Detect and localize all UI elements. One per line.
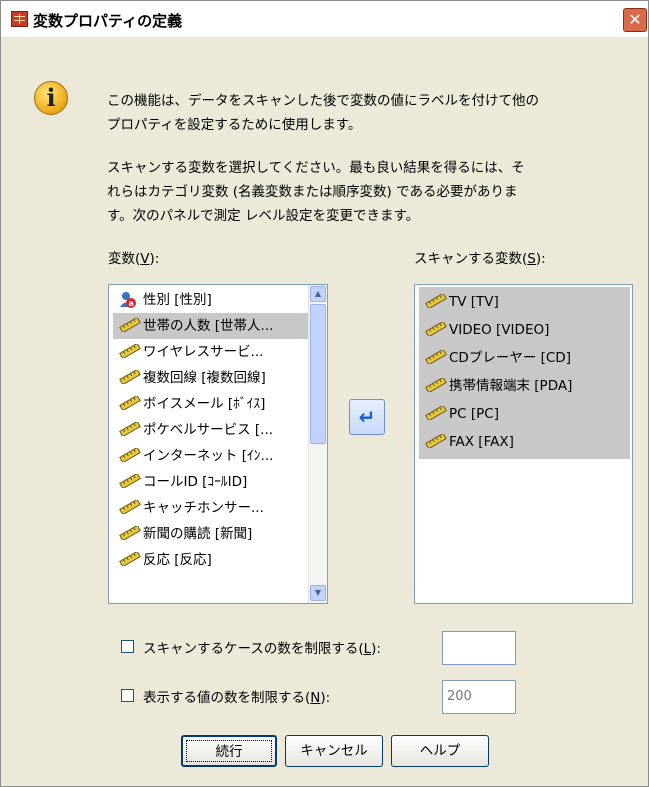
info-text-line-5: す。次のパネルで測定 レベル設定を変更できます。 — [107, 208, 420, 224]
scan-variable-item[interactable]: PC [PC] — [419, 401, 629, 427]
info-text-line-2: プロパティを設定するために使用します。 — [107, 117, 362, 133]
variable-item[interactable]: 新聞の購読 [新聞] — [113, 521, 323, 547]
variable-item[interactable]: ボイスメール [ﾎﾞｲｽ] — [113, 391, 323, 417]
close-icon: ✕ — [628, 10, 642, 29]
move-arrow-icon: ↵ — [358, 405, 376, 429]
scan-variables-list[interactable]: TV [TV] VIDEO [VIDEO] CDプレーヤー [CD] 携帯情報端… — [414, 284, 633, 604]
scale-ruler-icon — [119, 448, 141, 462]
nominal-icon: a — [120, 292, 136, 308]
variable-item[interactable]: インターネット [ｲﾝ... — [113, 443, 323, 469]
variables-list[interactable]: a 性別 [性別] 世帯の人数 [世帯人... ワイヤレスサービ... 複数回線… — [108, 284, 328, 604]
help-button[interactable]: ヘルプ — [391, 735, 489, 767]
variable-item[interactable]: ポケベルサービス [... — [113, 417, 323, 443]
app-table-icon — [11, 11, 28, 27]
limit-cases-checkbox[interactable] — [121, 640, 134, 653]
variables-label: 変数(V): — [108, 251, 160, 267]
variable-item[interactable]: a 性別 [性別] — [113, 287, 323, 313]
close-button[interactable]: ✕ — [623, 8, 647, 32]
limit-cases-label: スキャンするケースの数を制限する(L): — [143, 641, 381, 657]
scroll-down-arrow-icon[interactable]: ▼ — [310, 585, 326, 601]
variable-item[interactable]: コールID [ｺｰﾙID] — [113, 469, 323, 495]
scan-variable-item[interactable]: FAX [FAX] — [419, 429, 629, 455]
scroll-thumb[interactable] — [310, 304, 326, 444]
limit-values-input[interactable]: 200 — [442, 680, 516, 714]
limit-values-checkbox[interactable] — [121, 689, 134, 702]
scale-ruler-icon — [119, 422, 141, 436]
window-title: 変数プロパティの定義 — [33, 12, 183, 30]
scan-variable-item[interactable]: VIDEO [VIDEO] — [419, 317, 629, 343]
scan-variable-item[interactable]: TV [TV] — [419, 289, 629, 315]
variable-item[interactable]: 反応 [反応] — [113, 547, 323, 573]
info-icon: i — [34, 81, 68, 115]
scale-ruler-icon — [425, 350, 447, 364]
scan-variable-item[interactable]: 携帯情報端末 [PDA] — [419, 373, 629, 399]
info-text-line-3: スキャンする変数を選択してください。最も良い結果を得るには、そ — [107, 160, 525, 176]
variables-scrollbar[interactable]: ▲ ▼ — [308, 285, 327, 603]
scan-variables-label: スキャンする変数(S): — [414, 251, 546, 267]
variable-item[interactable]: 世帯の人数 [世帯人... — [113, 313, 323, 339]
scale-ruler-icon — [425, 294, 447, 308]
continue-button[interactable]: 続行 — [181, 735, 277, 767]
scale-ruler-icon — [425, 406, 447, 420]
scale-ruler-icon — [119, 526, 141, 540]
variable-item[interactable]: ワイヤレスサービ... — [113, 339, 323, 365]
scale-ruler-icon — [119, 318, 141, 332]
scale-ruler-icon — [119, 552, 141, 566]
scan-variable-item[interactable]: CDプレーヤー [CD] — [419, 345, 629, 371]
scale-ruler-icon — [119, 344, 141, 358]
scale-ruler-icon — [119, 396, 141, 410]
variable-item[interactable]: 複数回線 [複数回線] — [113, 365, 323, 391]
title-bar[interactable]: 変数プロパティの定義 ✕ — [1, 1, 648, 37]
scale-ruler-icon — [425, 378, 447, 392]
info-text-line-1: この機能は、データをスキャンした後で変数の値にラベルを付けて他の — [107, 93, 539, 109]
define-variable-properties-dialog: 変数プロパティの定義 ✕ i この機能は、データをスキャンした後で変数の値にラベ… — [0, 0, 649, 787]
cancel-button[interactable]: キャンセル — [285, 735, 383, 767]
scroll-up-arrow-icon[interactable]: ▲ — [310, 286, 326, 302]
variable-item[interactable]: キャッチホンサー... — [113, 495, 323, 521]
scale-ruler-icon — [425, 434, 447, 448]
move-variable-button[interactable]: ↵ — [349, 399, 385, 435]
focus-ring — [186, 740, 272, 762]
scale-ruler-icon — [425, 322, 447, 336]
info-text-line-4: れらはカテゴリ変数 (名義変数または順序変数) である必要がありま — [107, 184, 518, 200]
scale-ruler-icon — [119, 370, 141, 384]
scale-ruler-icon — [119, 500, 141, 514]
scale-ruler-icon — [119, 474, 141, 488]
limit-values-label: 表示する値の数を制限する(N): — [143, 690, 331, 706]
limit-cases-input[interactable] — [442, 631, 516, 665]
svg-text:a: a — [129, 299, 134, 308]
